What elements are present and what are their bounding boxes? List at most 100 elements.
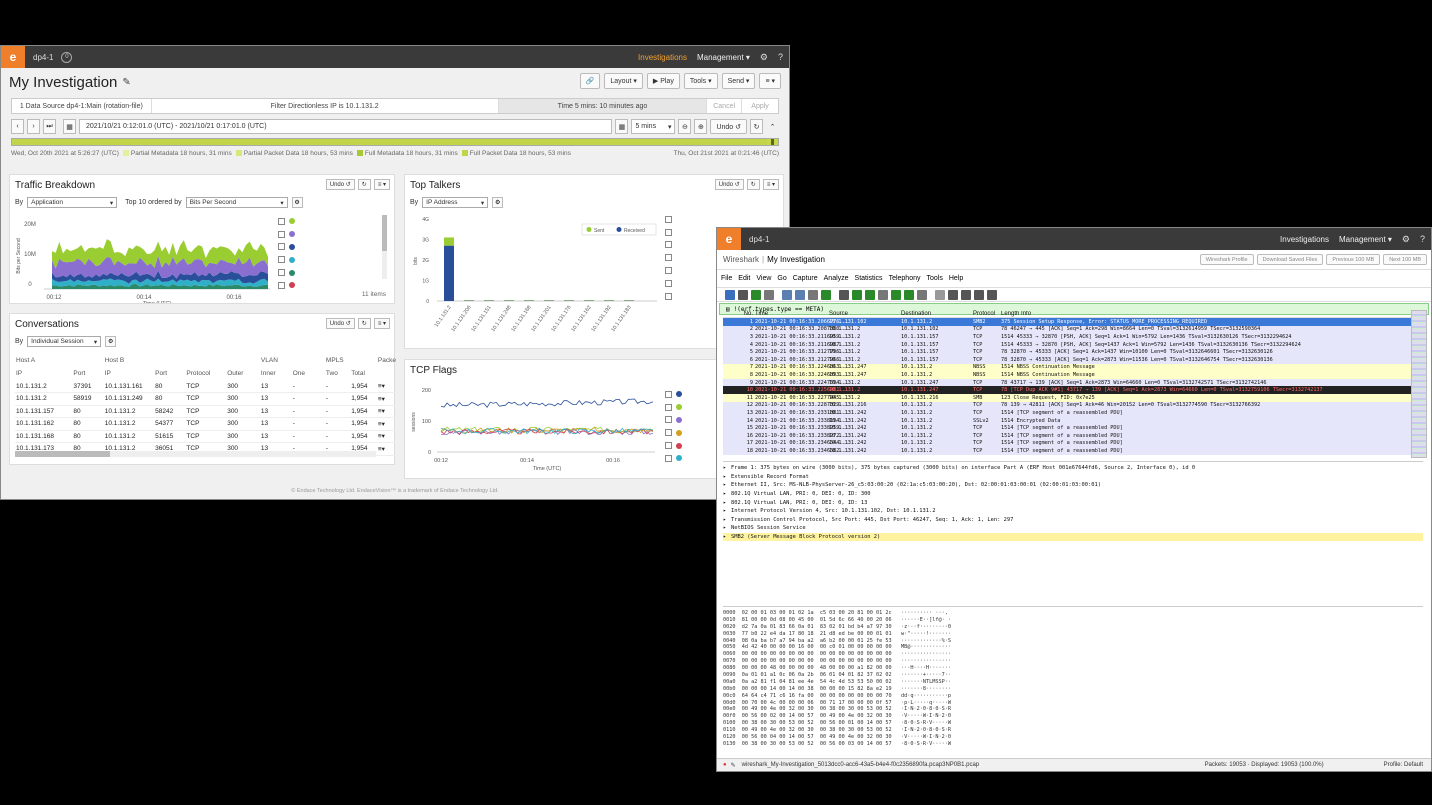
ordered-by-select[interactable]: Bits Per Second ▾ <box>185 197 288 208</box>
calendar-icon[interactable]: ▦ <box>63 119 76 134</box>
edit-comment-icon[interactable]: ✎ <box>731 762 736 769</box>
menu-analyze[interactable]: Analyze <box>824 275 849 282</box>
checkbox[interactable] <box>665 254 672 262</box>
nav-investigations[interactable]: Investigations <box>1280 235 1329 244</box>
panel-menu-button[interactable]: ≡ ▾ <box>373 318 390 329</box>
packet-row[interactable]: 12 2021-10-21 00:16:33.2287329... 10.1.131… <box>723 401 1420 410</box>
detail-tree-item[interactable]: ▸ NetBIOS Session Service <box>723 524 1423 533</box>
shark-fin-icon[interactable] <box>725 289 735 300</box>
packet-row[interactable]: 4 2021-10-21 00:16:33.2116987... 10.1.131.… <box>723 340 1420 349</box>
legend-item-ssh[interactable] <box>278 279 378 292</box>
menu-edit[interactable]: Edit <box>738 275 750 282</box>
checkbox[interactable] <box>278 217 285 225</box>
apply-button[interactable]: Apply <box>742 99 778 113</box>
menu-capture[interactable]: Capture <box>793 275 818 282</box>
gear-icon[interactable]: ⚙ <box>492 197 504 208</box>
legend-item-ssl[interactable] <box>278 228 378 241</box>
first-icon[interactable] <box>891 289 901 300</box>
expand-arrow-icon[interactable]: ▸ <box>723 482 731 488</box>
talker-item[interactable] <box>665 213 777 226</box>
column-header[interactable]: Protocol <box>973 311 1001 317</box>
reload-icon[interactable] <box>821 289 831 300</box>
time-range-input[interactable]: 2021/10/21 0:12:01.0 (UTC) - 2021/10/21 … <box>79 119 613 134</box>
data-timeline-bar[interactable] <box>11 138 779 146</box>
detail-tree-item[interactable]: ▸ SMB2 (Server Message Block Protocol ver… <box>723 532 1423 542</box>
row-menu-icon[interactable]: ≡▾ <box>376 392 396 406</box>
autoscroll-icon[interactable] <box>917 289 927 300</box>
menu-statistics[interactable]: Statistics <box>855 275 883 282</box>
packet-row[interactable]: 9 2021-10-21 00:16:33.2247694... 10.1.131.… <box>723 378 1420 387</box>
traffic-area-chart[interactable]: 20M10M0Bits per Second00:1200:1400:16Tim… <box>12 211 274 303</box>
resize-columns-icon[interactable] <box>987 289 997 300</box>
help-icon[interactable]: ? <box>1420 234 1425 244</box>
settings-gear-icon[interactable]: ⚙ <box>760 52 768 63</box>
nav-management[interactable]: Management ▾ <box>697 53 750 62</box>
crumb-action-button[interactable]: Previous 100 MB <box>1326 254 1381 265</box>
packet-row[interactable]: 7 2021-10-21 00:16:33.2246863... 10.1.131.… <box>723 363 1420 372</box>
expand-arrow-icon[interactable]: ▸ <box>723 525 731 531</box>
packet-row[interactable]: 17 2021-10-21 00:16:33.2346544... 10.1.131… <box>723 439 1420 448</box>
column-header[interactable]: One <box>292 367 325 380</box>
packet-row[interactable]: 16 2021-10-21 00:16:33.2338272... 10.1.131… <box>723 431 1420 440</box>
packet-row[interactable]: 8 2021-10-21 00:16:33.2246893... 10.1.131.… <box>723 371 1420 379</box>
column-header[interactable]: Source <box>829 311 901 317</box>
row-menu-icon[interactable]: ≡▾ <box>376 405 396 418</box>
checkbox[interactable] <box>278 269 285 277</box>
layout-button[interactable]: Layout ▾ <box>604 73 643 89</box>
zoom-out-icon[interactable] <box>961 289 971 300</box>
column-header[interactable]: Time <box>755 311 829 317</box>
checkbox[interactable] <box>665 267 672 275</box>
menu-telephony[interactable]: Telephony <box>889 275 921 282</box>
table-row[interactable]: 10.1.131.157 80 10.1.131.2 58242 TCP 300 13- -1… <box>15 405 397 418</box>
column-header[interactable]: Outer <box>226 367 260 380</box>
legend-item-tcp[interactable] <box>278 266 378 279</box>
checkbox[interactable] <box>278 256 285 264</box>
packet-row[interactable]: 6 2021-10-21 00:16:33.2127966... 10.1.131.… <box>723 355 1420 364</box>
checkbox[interactable] <box>665 429 672 437</box>
refresh-icon[interactable]: ↻ <box>357 179 371 190</box>
row-menu-icon[interactable]: ≡▾ <box>376 417 396 431</box>
checkbox[interactable] <box>278 230 285 238</box>
detail-tree-item[interactable]: ▸ 802.1Q Virtual LAN, PRI: 0, DEI: 0, ID:… <box>723 490 1423 499</box>
forward-icon[interactable] <box>865 289 875 300</box>
packet-row[interactable]: 15 2021-10-21 00:16:33.2338259... 10.1.131… <box>723 424 1420 432</box>
detail-tree-item[interactable]: ▸ 802.1Q Virtual LAN, PRI: 0, DEI: 0, ID:… <box>723 498 1423 507</box>
expert-info-icon[interactable]: ● <box>723 762 727 768</box>
send-button[interactable]: Send ▾ <box>721 73 756 89</box>
timeline-selection-marker[interactable] <box>771 139 774 145</box>
find-icon[interactable] <box>839 289 849 300</box>
tcp-flags-line-chart[interactable]: 200 100 0 sessions 00:12 00:14 00:16 Time (UTC) <box>407 382 657 478</box>
tools-button[interactable]: Tools ▾ <box>683 73 718 89</box>
column-header[interactable]: Protocol <box>185 367 226 380</box>
refresh-icon[interactable]: ↻ <box>750 119 763 134</box>
expand-arrow-icon[interactable]: ▸ <box>723 534 731 540</box>
zoom-select[interactable]: 5 mins ▾ <box>631 119 676 134</box>
restart-icon[interactable] <box>751 289 761 300</box>
detail-tree-item[interactable]: ▸ Ethernet II, Src: MS-NLB-PhysServer-26_… <box>723 481 1423 490</box>
endace-logo-icon[interactable]: e <box>1 46 25 68</box>
table-row[interactable]: 10.1.131.168 80 10.1.131.2 51615 TCP 300 13- -1… <box>15 430 397 443</box>
expand-arrow-icon[interactable]: ▸ <box>723 508 731 514</box>
checkbox[interactable] <box>665 390 672 398</box>
play-button[interactable]: ▶ Play <box>646 73 680 89</box>
legend-item-smtp[interactable] <box>278 241 378 254</box>
row-menu-icon[interactable]: ≡▾ <box>376 442 396 456</box>
by-select[interactable]: Individual Session ▾ <box>27 336 102 347</box>
last-icon[interactable] <box>904 289 914 300</box>
checkbox[interactable] <box>665 403 672 411</box>
checkbox[interactable] <box>665 279 672 287</box>
crumb-action-button[interactable]: Next 100 MB <box>1383 254 1427 265</box>
column-header[interactable]: Destination <box>901 311 973 317</box>
zoom-in-icon[interactable]: ⊕ <box>694 119 708 134</box>
zoom-in-icon[interactable] <box>948 289 958 300</box>
options-icon[interactable] <box>764 289 774 300</box>
checkbox[interactable] <box>665 215 672 223</box>
packet-row[interactable]: 11 2021-10-21 00:16:33.2277445... 10.1.131… <box>723 393 1420 402</box>
scrollbar-thumb[interactable] <box>382 215 387 251</box>
table-row[interactable]: 10.1.131.162 80 10.1.131.2 54377 TCP 300 13- -1… <box>15 417 397 431</box>
by-select[interactable]: Application ▾ <box>27 197 118 208</box>
table-row[interactable]: 10.1.131.2 58919 10.1.131.249 80 TCP 300 13- -1… <box>15 392 397 406</box>
collapse-icon[interactable]: ⌃ <box>766 119 779 134</box>
legend-scrollbar[interactable] <box>382 215 387 279</box>
edit-pencil-icon[interactable]: ✎ <box>122 77 130 88</box>
